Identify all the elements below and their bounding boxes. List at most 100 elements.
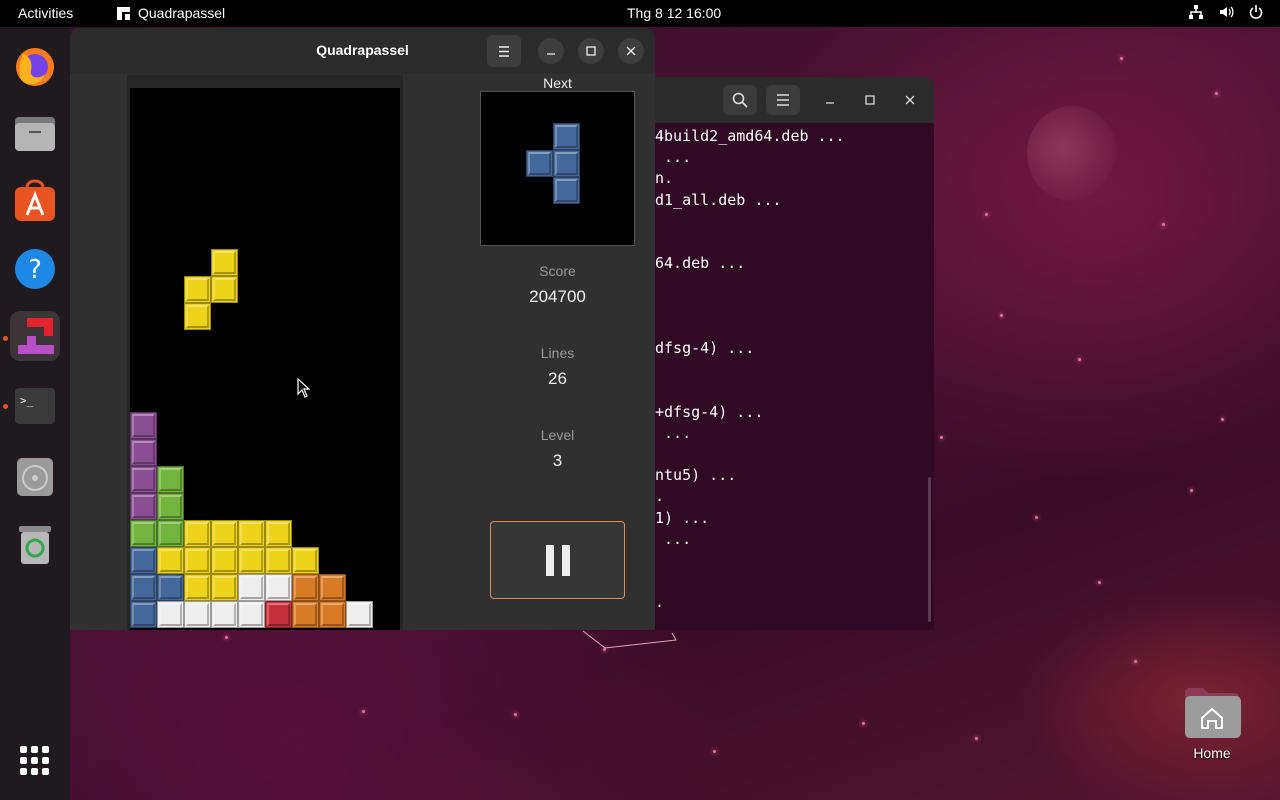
minimize-button[interactable] bbox=[538, 38, 564, 64]
board-block bbox=[211, 520, 238, 547]
app-center-icon bbox=[15, 179, 55, 221]
network-icon bbox=[1189, 5, 1203, 19]
minimize-icon bbox=[826, 102, 834, 104]
terminal-minimize-button[interactable] bbox=[818, 88, 842, 112]
clock[interactable]: Thg 8 12 16:00 bbox=[627, 5, 721, 21]
dock-trash[interactable] bbox=[10, 519, 60, 569]
wallpaper-star bbox=[940, 436, 943, 439]
terminal-line: 4build2_amd64.deb ... bbox=[655, 127, 845, 145]
level-value: 3 bbox=[552, 451, 563, 470]
pause-button[interactable] bbox=[490, 521, 625, 599]
dock-terminal[interactable]: >_ bbox=[10, 381, 60, 431]
score-label: Score bbox=[539, 263, 576, 279]
game-board-frame bbox=[127, 75, 403, 630]
app-menu-label: Quadrapassel bbox=[138, 5, 226, 21]
quadrapassel-titlebar[interactable]: Quadrapassel bbox=[70, 28, 655, 74]
board-block bbox=[184, 601, 211, 628]
wallpaper-star bbox=[1120, 57, 1123, 60]
board-block bbox=[157, 493, 184, 520]
system-tray[interactable] bbox=[1188, 4, 1264, 20]
terminal-line: 64.deb ... bbox=[655, 254, 746, 273]
wallpaper-star bbox=[225, 636, 228, 639]
running-indicator bbox=[3, 404, 8, 409]
next-piece-preview bbox=[480, 91, 635, 246]
game-board[interactable] bbox=[130, 88, 400, 630]
terminal-line: d1_all.deb ... bbox=[655, 190, 782, 209]
volume-icon bbox=[1220, 6, 1234, 18]
terminal-line: ntu5) ... bbox=[655, 466, 737, 485]
board-block bbox=[265, 574, 292, 601]
maximize-icon bbox=[865, 95, 875, 105]
board-block bbox=[184, 574, 211, 601]
terminal-scrollbar[interactable] bbox=[928, 477, 931, 622]
dock-disc[interactable] bbox=[10, 451, 60, 501]
board-block bbox=[130, 574, 157, 601]
board-block bbox=[130, 601, 157, 628]
quadrapassel-window[interactable]: Quadrapassel Next Score 204700 Lines 26 … bbox=[70, 28, 655, 630]
pause-icon bbox=[545, 544, 554, 576]
quadrapassel-icon bbox=[18, 318, 54, 354]
terminal-search-button[interactable] bbox=[723, 85, 757, 115]
power-icon bbox=[1249, 5, 1263, 19]
terminal-line: +dfsg-4) ... bbox=[655, 402, 764, 421]
board-block bbox=[265, 520, 292, 547]
disc-icon bbox=[17, 458, 53, 496]
minimize-icon bbox=[547, 53, 555, 55]
activities-button[interactable]: Activities bbox=[18, 5, 73, 21]
dock-quadrapassel[interactable] bbox=[10, 311, 60, 361]
terminal-line: . bbox=[655, 593, 665, 612]
trash-icon bbox=[19, 526, 51, 564]
game-sidebar: Next Score 204700 Lines 26 Level 3 bbox=[470, 75, 645, 630]
wallpaper-star bbox=[1190, 489, 1193, 492]
maximize-button[interactable] bbox=[578, 38, 604, 64]
home-folder-label[interactable]: Home bbox=[1172, 745, 1252, 761]
score-value: 204700 bbox=[529, 287, 586, 306]
level-label: Level bbox=[540, 427, 575, 443]
main-menu-button[interactable] bbox=[487, 35, 521, 67]
dock-help[interactable]: ? bbox=[10, 244, 60, 294]
wallpaper-star bbox=[1215, 92, 1218, 95]
board-block bbox=[130, 547, 157, 574]
wallpaper-moon bbox=[1027, 106, 1117, 201]
help-icon: ? bbox=[15, 249, 55, 289]
terminal-maximize-button[interactable] bbox=[858, 88, 882, 112]
wallpaper-star bbox=[713, 750, 716, 753]
wallpaper-star bbox=[1078, 358, 1081, 361]
next-piece-block bbox=[553, 177, 580, 204]
dock-firefox[interactable] bbox=[10, 41, 60, 91]
next-piece-block bbox=[553, 123, 580, 150]
terminal-close-button[interactable] bbox=[898, 88, 922, 112]
dock-files[interactable] bbox=[10, 108, 60, 158]
close-icon bbox=[626, 46, 636, 56]
hamburger-icon bbox=[777, 94, 789, 106]
terminal-line: . bbox=[655, 487, 665, 506]
board-block bbox=[157, 601, 184, 628]
show-apps-button[interactable] bbox=[19, 745, 51, 777]
wallpaper-star bbox=[1221, 418, 1224, 421]
board-block bbox=[157, 547, 184, 574]
board-block bbox=[157, 466, 184, 493]
falling-piece-block bbox=[184, 303, 211, 330]
close-icon bbox=[905, 95, 915, 105]
files-icon bbox=[15, 117, 55, 151]
hamburger-icon bbox=[499, 45, 509, 57]
dock-app-center[interactable] bbox=[10, 176, 60, 226]
close-button[interactable] bbox=[618, 38, 644, 64]
board-block bbox=[238, 574, 265, 601]
next-piece-block bbox=[526, 150, 553, 177]
terminal-window[interactable]: 4build2_amd64.deb ... ... n. d1_all.deb ..… bbox=[655, 77, 934, 630]
board-block bbox=[130, 493, 157, 520]
board-block bbox=[184, 520, 211, 547]
terminal-menu-button[interactable] bbox=[766, 85, 800, 115]
show-apps-icon bbox=[20, 746, 49, 775]
board-block bbox=[130, 466, 157, 493]
board-block bbox=[265, 547, 292, 574]
terminal-line: 1) ... bbox=[655, 508, 710, 527]
next-label: Next bbox=[543, 75, 572, 91]
terminal-titlebar[interactable] bbox=[655, 77, 934, 123]
board-block bbox=[238, 601, 265, 628]
wallpaper-star bbox=[975, 737, 978, 740]
terminal-line: ... bbox=[655, 148, 692, 167]
home-folder-icon[interactable] bbox=[1183, 684, 1241, 738]
app-menu[interactable]: Quadrapassel bbox=[117, 5, 225, 21]
